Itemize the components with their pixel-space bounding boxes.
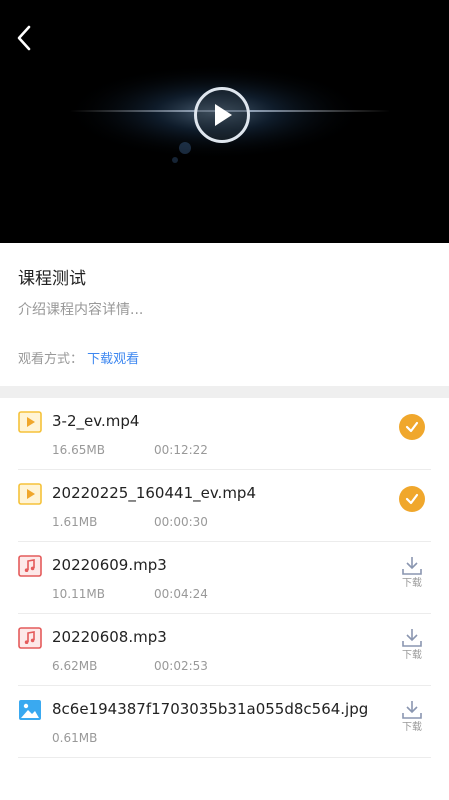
download-button[interactable]: 下载 [397,556,427,590]
file-name: 20220609.mp3 [52,556,167,574]
list-item[interactable]: 20220225_160441_ev.mp4 1.61MB 00:00:30 [18,470,431,542]
file-name: 20220225_160441_ev.mp4 [52,484,256,502]
watch-mode-label: 观看方式： [18,352,84,367]
downloaded-check-icon [399,414,425,440]
course-description: 介绍课程内容详情... [18,302,144,318]
watch-mode-link[interactable]: 下载观看 [87,352,139,367]
watch-mode-row: 观看方式： 下载观看 [18,350,431,370]
download-button[interactable]: 下载 [397,628,427,662]
list-item[interactable]: 8c6e194387f1703035b31a055d8c564.jpg 0.61… [18,686,431,758]
file-name: 20220608.mp3 [52,628,167,646]
course-info: 课程测试 介绍课程内容详情... 观看方式： 下载观看 [0,243,449,386]
file-duration: 00:12:22 [154,443,208,457]
download-icon [402,557,422,575]
list-item[interactable]: 20220609.mp3 10.11MB 00:04:24 下载 [18,542,431,614]
list-item[interactable]: 20220608.mp3 6.62MB 00:02:53 下载 [18,614,431,686]
downloaded-check-icon [399,486,425,512]
file-size: 0.61MB [52,731,98,745]
course-title: 课程测试 [18,269,86,289]
file-duration: 00:04:24 [154,587,208,601]
file-duration: 00:00:30 [154,515,208,529]
video-file-icon [18,411,42,433]
file-size: 6.62MB [52,659,98,673]
chevron-left-icon [17,25,31,51]
section-divider [0,386,449,398]
video-file-icon [18,483,42,505]
audio-file-icon [18,627,42,649]
image-file-icon [19,700,41,720]
back-button[interactable] [8,20,40,56]
download-label: 下载 [402,722,422,733]
download-label: 下载 [402,650,422,661]
download-button[interactable]: 下载 [397,700,427,734]
play-button[interactable] [194,87,250,143]
file-list: 3-2_ev.mp4 16.65MB 00:12:22 20220225_160… [0,398,449,758]
file-name: 8c6e194387f1703035b31a055d8c564.jpg [52,700,369,718]
download-label: 下载 [402,578,422,589]
video-player[interactable] [0,0,449,243]
file-size: 10.11MB [52,587,105,601]
play-icon [215,104,232,126]
audio-file-icon [18,555,42,577]
download-icon [402,629,422,647]
file-size: 1.61MB [52,515,98,529]
file-duration: 00:02:53 [154,659,208,673]
file-size: 16.65MB [52,443,105,457]
download-icon [402,701,422,719]
list-item[interactable]: 3-2_ev.mp4 16.65MB 00:12:22 [18,398,431,470]
file-name: 3-2_ev.mp4 [52,412,140,430]
